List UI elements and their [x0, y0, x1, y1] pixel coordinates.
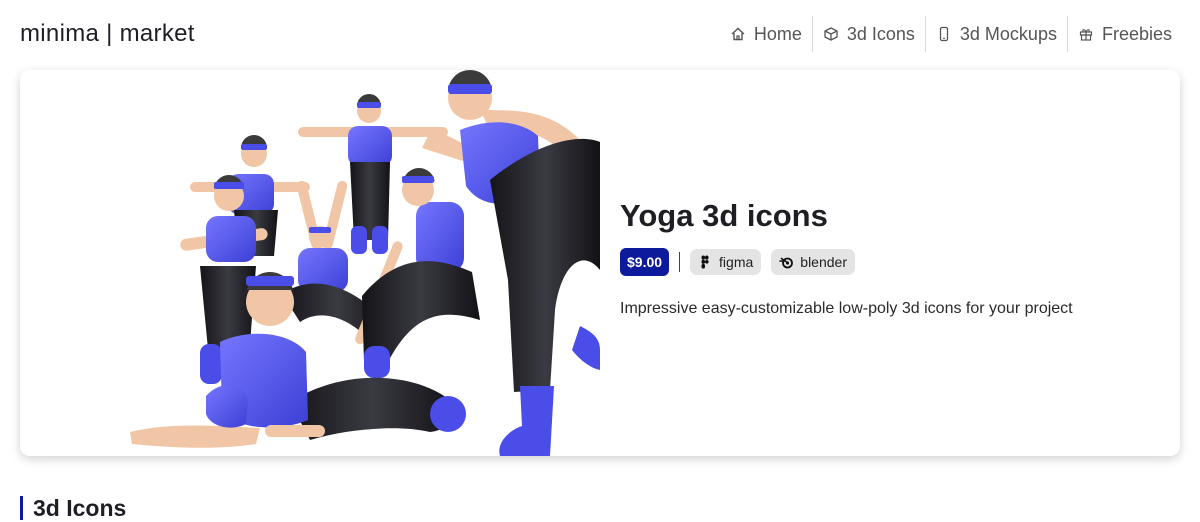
home-icon: [730, 26, 746, 42]
tag-blender-label: blender: [800, 254, 847, 270]
product-info: Yoga 3d icons $9.00 figma blender Impres…: [620, 198, 1160, 318]
nav-home-label: Home: [753, 23, 802, 44]
featured-product-card[interactable]: Yoga 3d icons $9.00 figma blender Impres…: [20, 70, 1180, 456]
hero-image: [20, 70, 600, 456]
price-badge: $9.00: [620, 248, 670, 276]
top-nav: Home 3d Icons 3d Mockups Freebies: [720, 16, 1182, 52]
figma-icon: [698, 255, 712, 269]
brand-logo[interactable]: minima | market: [20, 20, 195, 48]
tag-blender[interactable]: blender: [771, 249, 855, 275]
section-title: 3d Icons: [20, 496, 126, 520]
tag-figma-label: figma: [719, 254, 754, 270]
phone-icon: [936, 26, 952, 42]
product-tags: $9.00 figma blender: [620, 248, 1160, 276]
tag-figma[interactable]: figma: [690, 249, 762, 275]
header: minima | market Home 3d Icons 3d Mockups…: [0, 0, 1200, 70]
gift-icon: [1078, 26, 1094, 42]
nav-freebies-label: Freebies: [1101, 23, 1172, 44]
nav-home[interactable]: Home: [720, 16, 812, 52]
product-title[interactable]: Yoga 3d icons: [620, 198, 1160, 234]
tag-divider: [679, 252, 681, 272]
nav-freebies[interactable]: Freebies: [1066, 16, 1182, 52]
nav-3d-icons-label: 3d Icons: [846, 23, 915, 44]
nav-3d-icons[interactable]: 3d Icons: [811, 16, 925, 52]
product-description: Impressive easy-customizable low-poly 3d…: [620, 300, 1073, 317]
cube-icon: [823, 26, 839, 42]
nav-3d-mockups[interactable]: 3d Mockups: [924, 16, 1067, 52]
blender-icon: [779, 255, 794, 269]
nav-3d-mockups-label: 3d Mockups: [959, 23, 1057, 44]
